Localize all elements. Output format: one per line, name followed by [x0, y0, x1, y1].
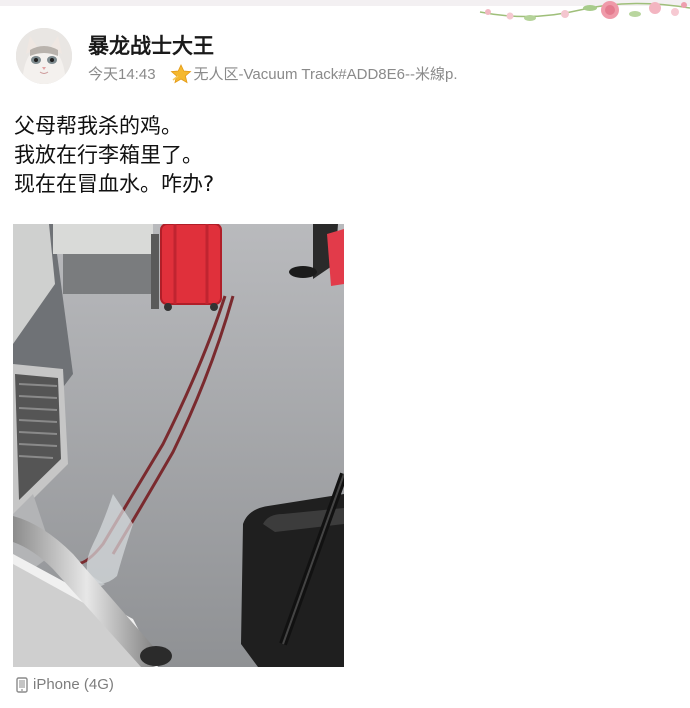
- post-source[interactable]: iPhone (4G): [16, 676, 114, 693]
- post-text-line: 现在在冒血水。咋办?: [14, 172, 215, 196]
- post-text-line: 我放在行李箱里了。: [14, 143, 203, 167]
- username[interactable]: 暴龙战士大王: [88, 30, 214, 60]
- post-body: 父母帮我杀的鸡。 我放在行李箱里了。 现在在冒血水。咋办?: [14, 112, 214, 199]
- bus-floor-photo: [13, 224, 344, 667]
- floral-decoration: [479, 1, 690, 21]
- weibo-post: 暴龙战士大王 今天14:43 无人区-Vacuum Track#ADD8E6--…: [0, 0, 690, 708]
- post-time: 今天14:43: [88, 66, 156, 83]
- phone-icon: [16, 676, 28, 693]
- star-badge-icon: [170, 63, 192, 83]
- post-meta: 今天14:43 无人区-Vacuum Track#ADD8E6--米線p.: [88, 63, 458, 84]
- cat-avatar[interactable]: [16, 28, 72, 84]
- post-text-line: 父母帮我杀的鸡。: [14, 114, 182, 138]
- post-photo[interactable]: [13, 224, 344, 667]
- source-label: iPhone (4G): [33, 676, 114, 693]
- location-label[interactable]: 无人区-Vacuum Track#ADD8E6--米線p.: [194, 63, 458, 84]
